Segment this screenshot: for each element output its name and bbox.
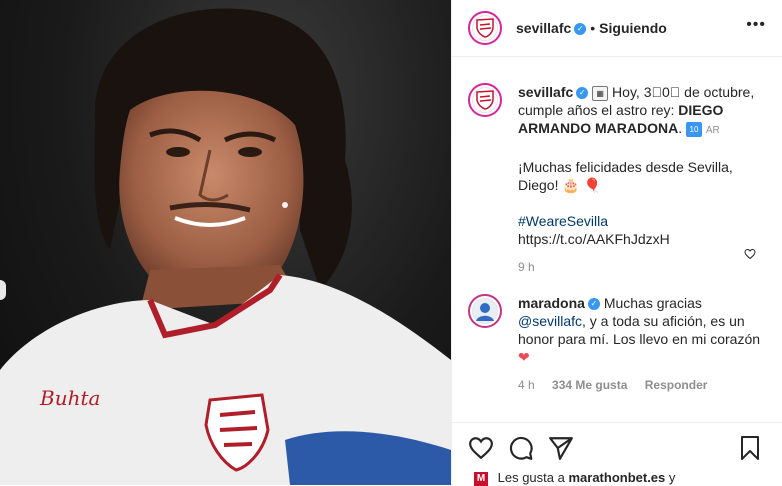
sevilla-avatar[interactable]	[468, 11, 502, 45]
comment-icon[interactable]	[508, 435, 534, 461]
carousel-prev-handle[interactable]	[0, 280, 6, 300]
heart-icon[interactable]	[468, 435, 494, 461]
caption-timestamp[interactable]: 9 h	[518, 258, 766, 276]
post-header: sevillafc ✓ • Siguiendo •••	[452, 0, 782, 57]
likes-suffix: y	[668, 470, 676, 485]
likes-user[interactable]: marathonbet.es	[568, 470, 665, 485]
number-ten-icon: 10	[686, 121, 702, 137]
flag-icon: AR	[705, 125, 720, 136]
comments-list: sevillafc ✓ ▦ Hoy, 3⃣0⃣ de octubre, cumpl…	[452, 57, 782, 394]
follow-status-button[interactable]: Siguiendo	[599, 20, 667, 36]
post-photo[interactable]: Buhta	[0, 0, 451, 485]
account-username[interactable]: sevillafc	[516, 20, 571, 36]
balloon-icon: 🎈	[583, 177, 602, 193]
likes-summary: M Les gusta a marathonbet.es y	[474, 470, 675, 486]
reply-like-count[interactable]: 334 Me gusta	[552, 378, 627, 392]
maradona-avatar-icon	[476, 303, 494, 321]
hashtag-link[interactable]: #WeareSevilla	[518, 212, 766, 230]
maradona-avatar[interactable]	[468, 294, 502, 328]
red-heart-icon: ❤	[518, 349, 530, 365]
verified-icon: ✓	[576, 87, 589, 100]
comment-like-icon[interactable]	[744, 248, 756, 260]
player-illustration: Buhta	[0, 8, 451, 485]
sevilla-crest-icon	[476, 90, 494, 110]
caption-day-tiles: 3⃣0⃣	[643, 84, 681, 100]
reply-button[interactable]: Responder	[645, 378, 708, 392]
post-side-panel: sevillafc ✓ • Siguiendo ••• sevillafc ✓ …	[452, 0, 782, 486]
cake-icon: 🎂	[562, 177, 580, 193]
reply-comment: maradona ✓ Muchas gracias @sevillafc, y a…	[452, 294, 782, 394]
separator-dot: •	[590, 20, 596, 36]
sevilla-caption-avatar[interactable]	[468, 83, 502, 117]
post-frame: Buhta sevillafc ✓ • Siguiendo ••• sevill…	[0, 0, 782, 486]
likes-prefix: Les gusta a	[497, 470, 565, 485]
caption-body: sevillafc ✓ ▦ Hoy, 3⃣0⃣ de octubre, cumpl…	[518, 83, 766, 276]
caption-text-3: .	[678, 120, 683, 136]
more-options-icon[interactable]: •••	[746, 16, 766, 34]
share-icon[interactable]	[548, 435, 574, 461]
calendar-icon: ▦	[592, 85, 609, 101]
sevilla-crest-icon	[476, 18, 494, 38]
header-account[interactable]: sevillafc ✓	[516, 20, 587, 36]
reply-meta: 4 h 334 Me gusta Responder	[518, 376, 766, 394]
reply-timestamp[interactable]: 4 h	[518, 378, 535, 392]
verified-icon: ✓	[574, 23, 587, 36]
caption-text-1: Hoy,	[612, 84, 640, 100]
caption-username[interactable]: sevillafc	[518, 84, 573, 100]
caption-line-2: ¡Muchas felicidades desde Sevilla, Diego…	[518, 159, 733, 193]
reply-username[interactable]: maradona	[518, 295, 585, 311]
reply-text-a: Muchas gracias	[603, 295, 702, 311]
svg-text:Buhta: Buhta	[39, 386, 100, 410]
marathonbet-avatar-icon[interactable]: M	[474, 471, 488, 486]
caption-url[interactable]: https://t.co/AAKFhJdzxH	[518, 230, 766, 248]
caption-comment: sevillafc ✓ ▦ Hoy, 3⃣0⃣ de octubre, cumpl…	[452, 83, 782, 276]
bookmark-icon[interactable]	[738, 435, 762, 461]
reply-body: maradona ✓ Muchas gracias @sevillafc, y a…	[518, 294, 766, 394]
verified-icon: ✓	[587, 298, 600, 311]
reply-mention[interactable]: @sevillafc	[518, 313, 582, 329]
